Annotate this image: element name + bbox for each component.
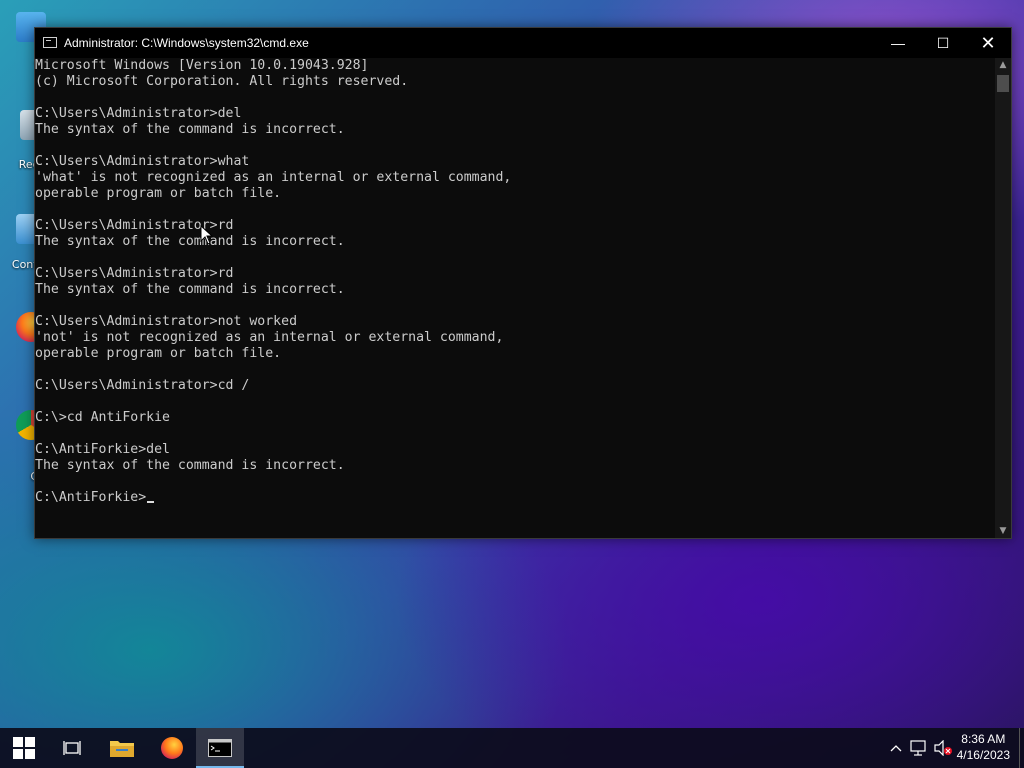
title-bar[interactable]: Administrator: C:\Windows\system32\cmd.e… (35, 28, 1011, 58)
console-line: C:\Users\Administrator>what (35, 154, 250, 169)
console-line: The syntax of the command is incorrect. (35, 234, 345, 249)
mouse-pointer-icon (200, 225, 214, 245)
network-icon[interactable] (910, 740, 928, 756)
console-line: C:\Users\Administrator>not worked (35, 314, 298, 329)
clock-time: 8:36 AM (961, 732, 1006, 746)
console-line: C:\Users\Administrator>rd (35, 266, 234, 281)
console-line: (c) Microsoft Corporation. All rights re… (35, 74, 409, 89)
clock-date: 4/16/2023 (956, 748, 1010, 762)
firefox-icon (161, 737, 183, 759)
cmd-app-icon[interactable] (43, 37, 57, 48)
console-line: 'what' is not recognized as an internal … (35, 170, 512, 185)
console-line: C:\Users\Administrator>del (35, 106, 242, 121)
console-line: 'not' is not recognized as an internal o… (35, 330, 504, 345)
console-output[interactable]: Microsoft Windows [Version 10.0.19043.92… (35, 58, 995, 538)
console-line: The syntax of the command is incorrect. (35, 122, 345, 137)
command-prompt-taskbar-button[interactable] (196, 728, 244, 768)
console-prompt-line[interactable]: C:\AntiForkie> (35, 490, 995, 506)
console-line: C:\AntiForkie>del (35, 442, 170, 457)
text-cursor (147, 501, 155, 503)
task-view-icon (63, 741, 81, 755)
window-title: Administrator: C:\Windows\system32\cmd.e… (64, 36, 309, 50)
folder-icon (110, 741, 134, 757)
file-explorer-button[interactable] (98, 728, 146, 768)
vertical-scrollbar[interactable]: ▲ ▼ (995, 58, 1011, 538)
close-button[interactable]: ✕ (965, 28, 1011, 58)
scroll-up-arrow-icon[interactable]: ▲ (995, 58, 1011, 72)
console-line: The syntax of the command is incorrect. (35, 282, 345, 297)
console-line: C:\Users\Administrator>cd / (35, 378, 250, 393)
task-view-button[interactable] (48, 728, 96, 768)
console-line: C:\Users\Administrator>rd (35, 218, 234, 233)
firefox-taskbar-button[interactable] (148, 728, 196, 768)
windows-logo-icon (13, 737, 35, 759)
chevron-up-icon[interactable] (890, 744, 902, 752)
system-tray: 8:36 AM 4/16/2023 (884, 728, 1024, 768)
start-button[interactable] (0, 728, 48, 768)
taskbar: 8:36 AM 4/16/2023 (0, 728, 1024, 768)
cmd-icon (208, 739, 232, 757)
show-desktop-button[interactable] (1019, 728, 1024, 768)
console-line: operable program or batch file. (35, 346, 282, 361)
console-line: Microsoft Windows [Version 10.0.19043.92… (35, 58, 369, 73)
clock[interactable]: 8:36 AM 4/16/2023 (957, 731, 1010, 763)
volume-muted-icon[interactable] (934, 740, 952, 756)
scroll-down-arrow-icon[interactable]: ▼ (995, 524, 1011, 538)
console-line: C:\>cd AntiForkie (35, 410, 170, 425)
cmd-window: Administrator: C:\Windows\system32\cmd.e… (34, 27, 1012, 539)
console-line: operable program or batch file. (35, 186, 282, 201)
maximize-button[interactable]: ☐ (920, 28, 966, 58)
scrollbar-thumb[interactable] (997, 75, 1009, 92)
console-prompt: C:\AntiForkie> (35, 490, 147, 505)
console-line: The syntax of the command is incorrect. (35, 458, 345, 473)
minimize-button[interactable]: — (875, 28, 921, 58)
